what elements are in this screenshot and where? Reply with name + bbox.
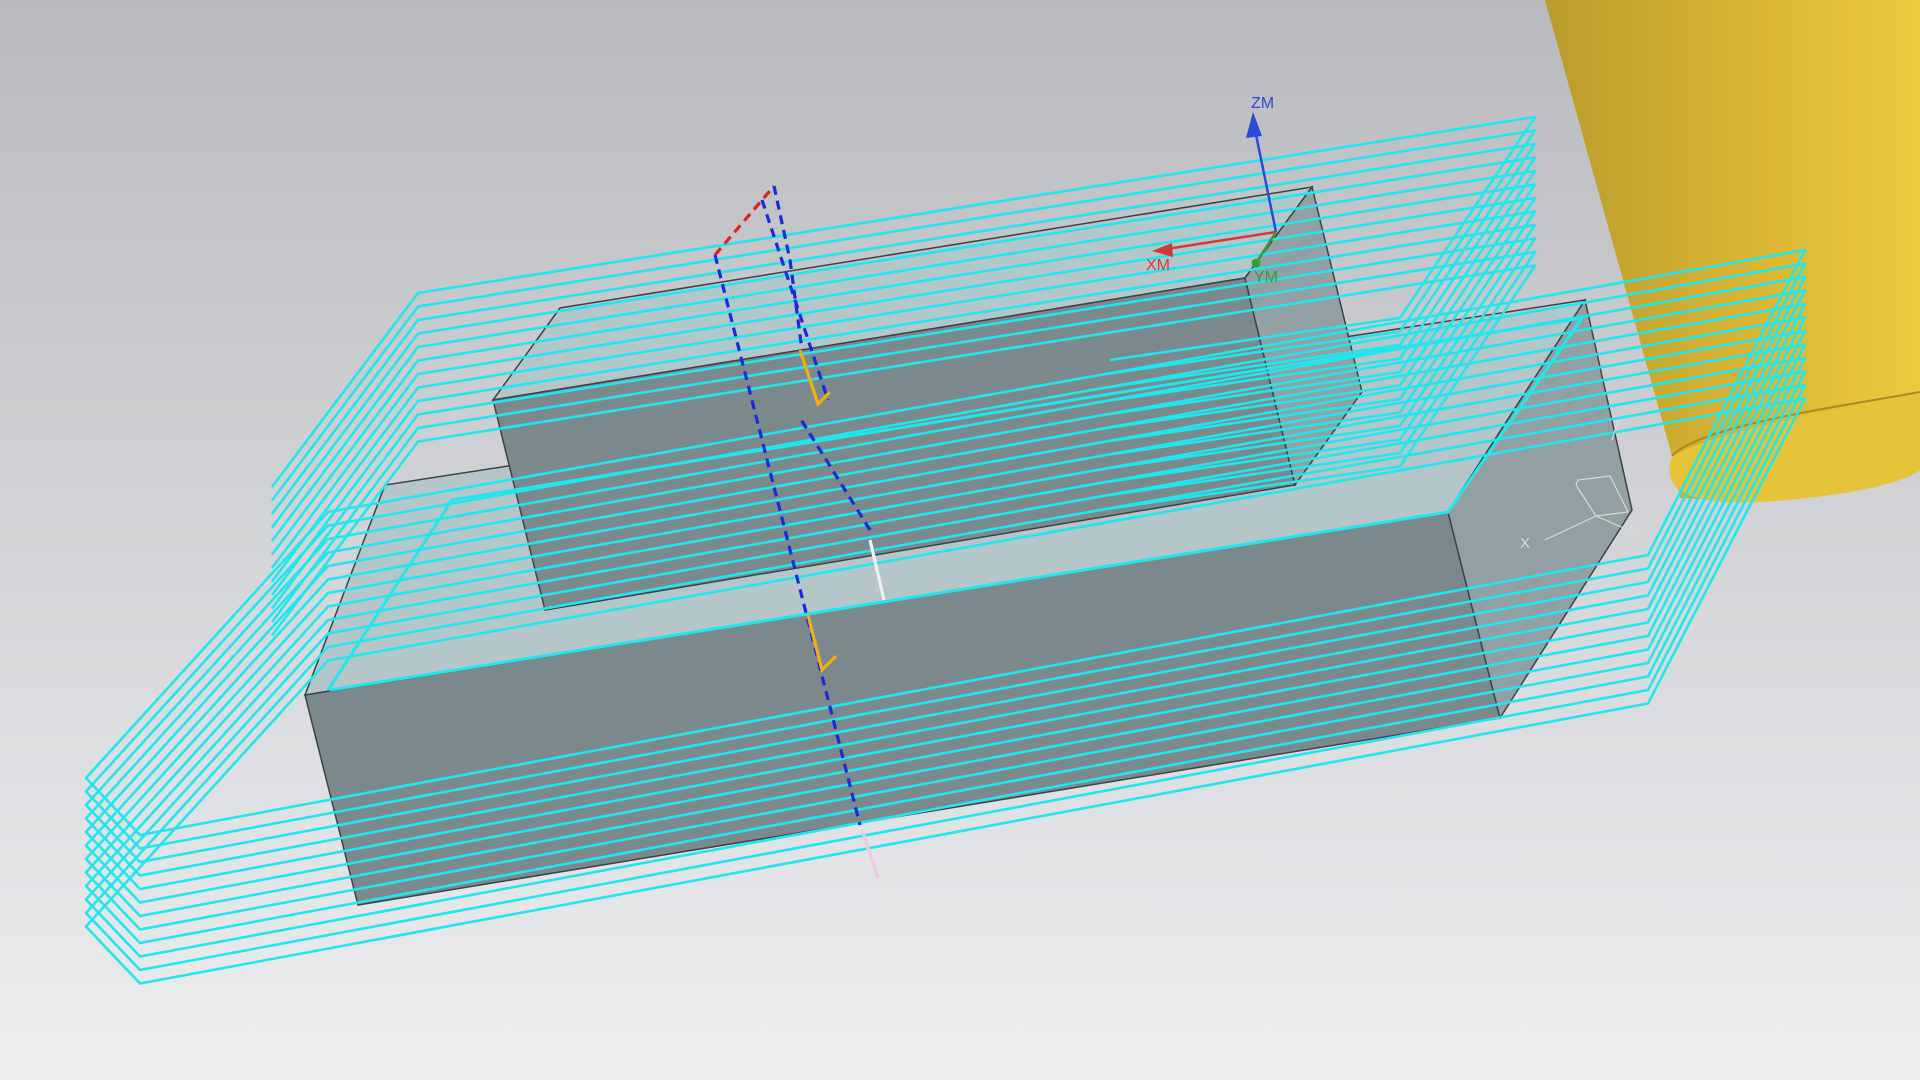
graphics-viewport[interactable]: ZM XM YM X <box>0 0 1920 1080</box>
mcs-y-point-icon <box>1251 258 1261 268</box>
mcs-y-label: YM <box>1254 269 1278 286</box>
mcs-x-label: XM <box>1146 257 1170 274</box>
mcs-z-label: ZM <box>1251 95 1274 112</box>
wcs-x-label: X <box>1520 535 1530 552</box>
cad-scene[interactable]: ZM XM YM X <box>0 0 1920 1080</box>
